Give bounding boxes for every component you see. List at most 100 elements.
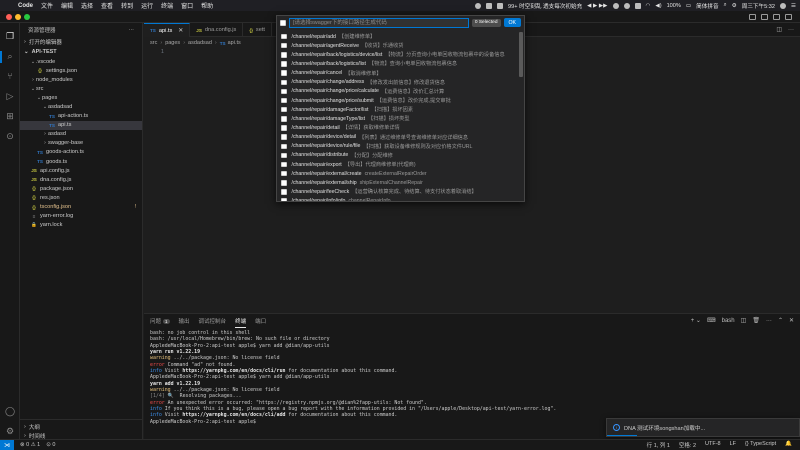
ports-status[interactable]: ⊙ 0 xyxy=(46,442,55,448)
item-checkbox[interactable] xyxy=(281,161,287,168)
select-all-checkbox[interactable] xyxy=(280,19,286,26)
encoding[interactable]: UTF-8 xyxy=(705,441,721,449)
progress-notification[interactable]: i DNA 测试环境songshan加载中... xyxy=(606,418,800,437)
quick-pick-item[interactable]: /channel/repair/device/detail 【列表】通过维修单号查… xyxy=(277,133,520,142)
problems-status[interactable]: ⊗ 0 ⚠ 1 xyxy=(20,442,40,448)
quick-pick-item[interactable]: /channel/repair/device/rule/file 【扫描】获取设备… xyxy=(277,142,520,151)
indentation[interactable]: 空格: 2 xyxy=(679,441,696,449)
tab-output[interactable]: 输出 xyxy=(179,314,190,328)
toggle-secondary-sidebar-icon[interactable] xyxy=(773,14,780,20)
record-icon[interactable] xyxy=(475,2,482,9)
tray-app-icon[interactable] xyxy=(612,2,619,9)
menu-window[interactable]: 窗口 xyxy=(181,1,193,10)
tray-app-icon[interactable] xyxy=(623,2,630,9)
item-checkbox[interactable] xyxy=(281,180,287,186)
maximize-panel-icon[interactable]: ⌃ xyxy=(778,317,783,324)
menu-help[interactable]: 帮助 xyxy=(201,1,213,10)
end-of-line[interactable]: LF xyxy=(730,441,736,449)
quick-pick-item[interactable]: /channel/repair/change/price/calculate 【运… xyxy=(277,87,520,96)
menu-terminal[interactable]: 终端 xyxy=(161,1,173,10)
zoom-window-button[interactable] xyxy=(24,14,30,20)
quick-pick-item[interactable]: /channel/repair/external/create createExt… xyxy=(277,169,520,178)
new-terminal-icon[interactable]: + ⌄ xyxy=(691,317,701,324)
quick-pick-item[interactable]: /channel/repair/damageFactor/list 【扫描】损坏因… xyxy=(277,105,520,114)
breadcrumb-item[interactable]: src xyxy=(150,40,157,46)
menu-view[interactable]: 查看 xyxy=(101,1,113,10)
item-checkbox[interactable] xyxy=(281,61,287,67)
customize-layout-icon[interactable] xyxy=(785,14,792,20)
toggle-sidebar-icon[interactable] xyxy=(749,14,756,20)
quick-pick-item[interactable]: /channel/repair/change/address 【修改发出前信息】修… xyxy=(277,78,520,87)
run-debug-icon[interactable]: ▷ xyxy=(5,91,15,101)
battery-icon[interactable]: ▭ xyxy=(686,3,691,9)
tree-item[interactable]: {} settings.json xyxy=(20,66,142,75)
split-editor-icon[interactable]: ◫ xyxy=(776,26,782,33)
status-marquee[interactable]: 99+ 时空刻乱 透支每次初始充 xyxy=(508,2,582,10)
extensions-icon[interactable]: ⊞ xyxy=(5,111,15,121)
tray-app-icon[interactable] xyxy=(634,2,641,9)
notifications-bell-icon[interactable]: 🔔 xyxy=(785,441,792,449)
quick-pick-item[interactable]: /channel/repair/change/price/submit 【运费信息… xyxy=(277,96,520,105)
tree-item[interactable]: {} package.json xyxy=(20,184,142,193)
input-method[interactable]: 简体拼音 xyxy=(696,2,718,10)
battery-percent[interactable]: 100% xyxy=(667,3,681,9)
more-actions-icon[interactable]: ··· xyxy=(129,27,135,33)
menu-app-name[interactable]: Code xyxy=(18,3,33,9)
quick-pick-item[interactable]: /channel/repair/external/ship shipExterna… xyxy=(277,178,520,187)
split-terminal-icon[interactable]: ◫ xyxy=(741,317,747,324)
manage-gear-icon[interactable]: ⚙ xyxy=(5,426,15,436)
source-control-icon[interactable]: ⑂ xyxy=(5,71,15,81)
quick-pick-item[interactable]: /channel/repair/damageType/list 【扫描】损坏类型 xyxy=(277,114,520,123)
tree-item[interactable]: JS api.config.js xyxy=(20,166,142,175)
tree-item[interactable]: ⌄ src xyxy=(20,84,142,93)
quick-pick-item[interactable]: /channel/repair/export 【导出】代理商维修单(代理商) xyxy=(277,160,520,169)
item-checkbox[interactable] xyxy=(281,152,287,159)
control-center-icon[interactable]: ⚙ xyxy=(732,3,737,9)
tab-settings-json[interactable]: {} sett xyxy=(243,23,272,37)
close-icon[interactable]: ✕ xyxy=(789,317,794,324)
more-actions-icon[interactable]: ··· xyxy=(766,318,772,324)
explorer-icon[interactable]: ❐ xyxy=(5,31,15,41)
item-checkbox[interactable] xyxy=(281,79,287,86)
tray-app-icon[interactable] xyxy=(486,2,493,9)
quick-pick-item[interactable]: /channel/repair/detail 【详情】获取维修单详情 xyxy=(277,123,520,132)
tree-item[interactable]: › swagger-base xyxy=(20,139,142,148)
item-checkbox[interactable] xyxy=(281,52,287,58)
wifi-icon[interactable]: ◠ xyxy=(646,3,651,9)
close-window-button[interactable] xyxy=(6,14,12,20)
terminal-shell-name[interactable]: bash xyxy=(722,318,735,324)
account-icon[interactable]: ◯ xyxy=(5,406,15,416)
item-checkbox[interactable] xyxy=(281,134,287,140)
notification-center-icon[interactable]: ☰ xyxy=(791,3,796,9)
menu-file[interactable]: 文件 xyxy=(41,1,53,10)
close-icon[interactable]: ✕ xyxy=(178,27,183,34)
quick-pick-item[interactable]: /channel/repair/feeCheck 【运营确认核算完成、待结算、待支… xyxy=(277,187,520,196)
quick-pick-item[interactable]: /channel/repair/distribute 【分配】分配维修 xyxy=(277,151,520,160)
menu-clock[interactable]: 周三下午5:32 xyxy=(742,2,775,10)
item-checkbox[interactable] xyxy=(281,97,287,104)
ok-button[interactable]: OK xyxy=(503,18,521,27)
item-checkbox[interactable] xyxy=(281,70,287,76)
menu-go[interactable]: 转到 xyxy=(121,1,133,10)
tree-item[interactable]: › asdasd xyxy=(20,130,142,139)
tree-item[interactable]: ≡ yarn-error.log xyxy=(20,212,142,221)
item-checkbox[interactable] xyxy=(281,116,287,122)
breadcrumb-item[interactable]: pages xyxy=(165,40,180,46)
tree-item[interactable]: JS dna.config.js xyxy=(20,175,142,184)
media-controls-icon[interactable]: ◀ ▶ ▶▶ xyxy=(587,3,607,9)
tree-item[interactable]: ⌄ pages xyxy=(20,93,142,102)
tab-debug-console[interactable]: 调试控制台 xyxy=(199,314,227,328)
quick-pick-item[interactable]: /channel/repair/agentReceive 【收货】乐通收货 xyxy=(277,41,520,50)
spotlight-icon[interactable]: ⌕ xyxy=(724,2,727,9)
tab-terminal[interactable]: 终端 xyxy=(235,314,247,328)
tab-problems[interactable]: 问题 1 xyxy=(150,314,170,328)
item-checkbox[interactable] xyxy=(281,170,287,177)
cursor-position[interactable]: 行 1, 列 1 xyxy=(647,441,670,449)
item-checkbox[interactable] xyxy=(281,88,287,95)
terminal-output[interactable]: bash: no job control in this shell bash: … xyxy=(150,330,790,425)
remote-indicator-icon[interactable]: ⋊ xyxy=(0,439,14,450)
tray-app-icon[interactable] xyxy=(497,2,504,9)
tab-dna-config-js[interactable]: JS dna.config.js xyxy=(190,23,244,37)
quick-pick-item[interactable]: /channel/repair/add 【创建维修单】 xyxy=(277,32,520,41)
tree-item[interactable]: ⌄ asdadsad xyxy=(20,102,142,111)
